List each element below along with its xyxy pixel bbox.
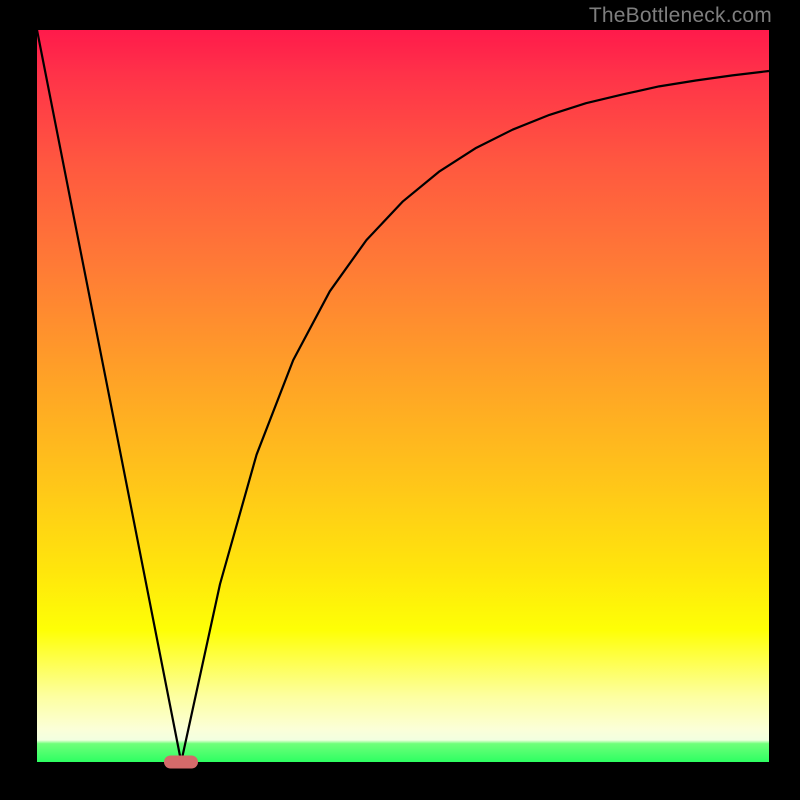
chart-frame: TheBottleneck.com — [0, 0, 800, 800]
optimal-marker — [164, 756, 198, 769]
bottleneck-curve — [37, 30, 769, 762]
watermark-text: TheBottleneck.com — [589, 4, 772, 28]
plot-area — [37, 30, 769, 762]
